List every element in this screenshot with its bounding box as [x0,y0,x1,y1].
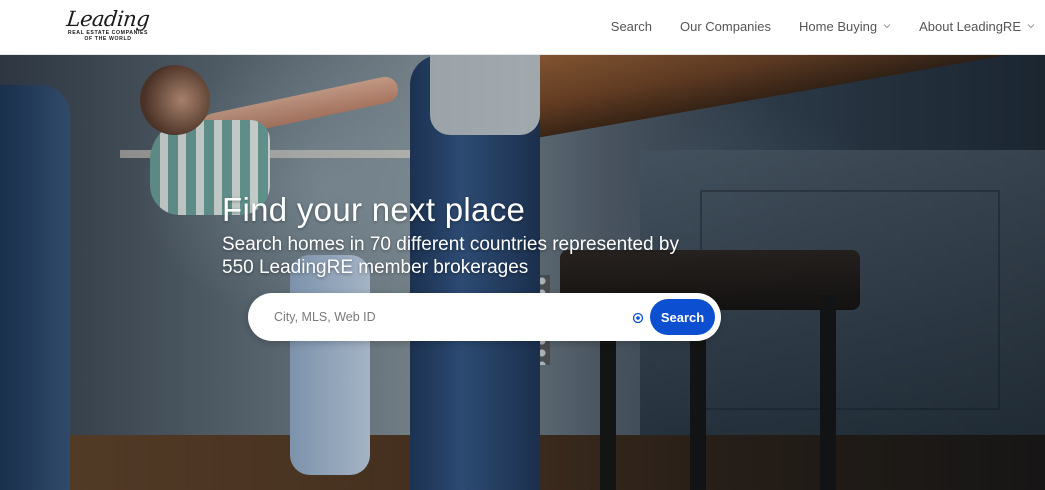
search-button[interactable]: Search [650,299,715,335]
main-nav: Search Our Companies Home Buying About L… [583,0,1035,52]
nav-item-label: Our Companies [679,18,772,34]
nav-item-label: Search [610,18,652,34]
hero-title: Find your next place [222,191,526,228]
logo-tagline-2: OF THE WORLD [84,36,132,42]
nav-item-home-buying[interactable]: Home Buying [799,19,891,34]
nav-item-label: Home Buying [799,18,878,34]
target-icon[interactable] [632,312,644,324]
nav-item-our-companies[interactable]: Our Companies [680,19,771,34]
site-header: Leading REAL ESTATE COMPANIES OF THE WOR… [0,0,1045,55]
search-input[interactable] [274,305,629,329]
nav-item-label: About LeadingRE [919,18,1021,34]
chevron-down-icon [883,24,891,29]
logo-script-text: Leading [65,7,151,31]
nav-item-about-leadingre[interactable]: About LeadingRE [919,19,1035,34]
property-search-bar: Search [248,293,721,341]
hero-subtitle: Search homes in 70 different countries r… [222,234,679,278]
chevron-down-icon [1027,24,1035,29]
hero-section: Find your next place Search homes in 70 … [0,55,1045,490]
leadingre-logo[interactable]: Leading REAL ESTATE COMPANIES OF THE WOR… [62,7,154,50]
nav-item-search[interactable]: Search [611,19,652,34]
